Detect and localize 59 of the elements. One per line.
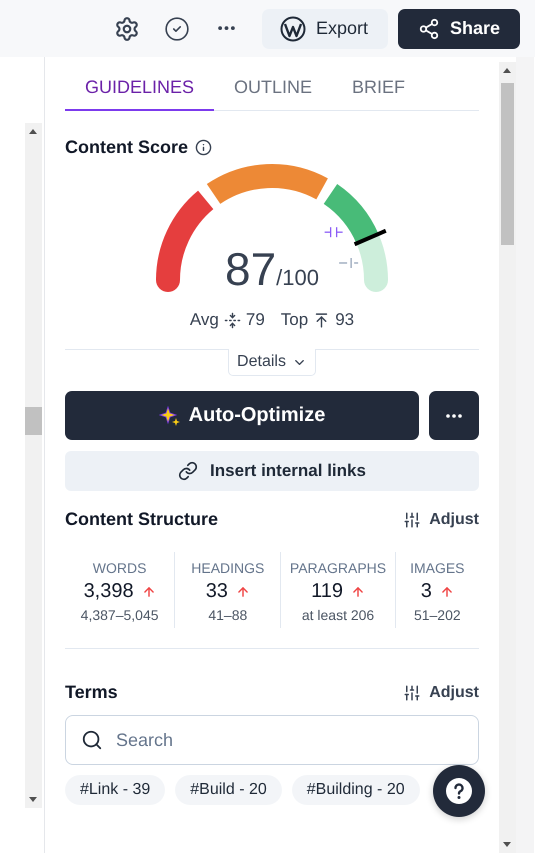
info-icon	[195, 139, 212, 156]
settings-icon	[114, 16, 140, 42]
up-arrow-icon	[236, 584, 250, 598]
up-arrow-icon	[350, 584, 365, 598]
top-label: Top	[280, 310, 308, 330]
top-score: 93	[335, 310, 354, 330]
average-marker-icon	[324, 227, 343, 238]
metric-target: 4,387–5,045	[80, 607, 159, 623]
section-title: Content Score	[65, 137, 188, 158]
tab[interactable]: BRIEF	[332, 69, 426, 111]
up-arrow-icon	[142, 584, 156, 598]
tab[interactable]: OUTLINE	[214, 69, 332, 111]
metric-target: at least 206	[302, 607, 374, 623]
check-circle-icon	[164, 16, 190, 42]
search-icon	[81, 729, 103, 751]
help-icon	[445, 777, 473, 805]
metric-label: PARAGRAPHS	[290, 560, 386, 576]
scrollbar[interactable]	[25, 123, 42, 808]
metric-label: WORDS	[92, 560, 146, 576]
term-tag[interactable]: #Build - 20	[175, 775, 282, 805]
metric-label: HEADINGS	[191, 560, 264, 576]
more-options-button[interactable]	[429, 391, 479, 440]
term-tag[interactable]: #Link - 39	[65, 775, 166, 805]
sliders-icon	[403, 684, 422, 702]
scrollbar[interactable]	[499, 62, 516, 853]
metric-target: 51–202	[414, 607, 461, 623]
link-icon	[178, 461, 198, 481]
metric-target: 41–88	[208, 607, 248, 623]
metric-value: 33	[206, 580, 228, 603]
sparkle-icon	[158, 404, 181, 426]
sliders-icon	[403, 510, 422, 528]
help-button[interactable]	[433, 765, 485, 817]
average-label: Avg	[190, 310, 219, 330]
share-button[interactable]: Share	[398, 8, 520, 48]
metric-value: 119	[311, 580, 343, 603]
adjust-button[interactable]: Adjust	[403, 510, 479, 528]
average-score: 79	[246, 310, 265, 330]
insert-links-button[interactable]: Insert internal links	[65, 451, 479, 491]
section-title: Terms	[65, 682, 118, 703]
gauge-needle	[354, 228, 387, 246]
adjust-button[interactable]: Adjust	[403, 684, 479, 702]
converging-arrows-icon	[224, 312, 241, 328]
metric-value: 3,398	[84, 580, 134, 603]
score-text: 87/100	[225, 242, 319, 296]
more-icon	[446, 414, 462, 418]
auto-optimize-button[interactable]: Auto-Optimize	[65, 391, 419, 440]
section-title: Content Structure	[65, 509, 218, 530]
top-marker-icon	[339, 258, 358, 268]
term-tag[interactable]: #Building - 20	[292, 775, 420, 805]
metric-label: IMAGES	[410, 560, 465, 576]
metric-value: 3	[420, 580, 432, 603]
tab[interactable]: GUIDELINES	[65, 69, 214, 111]
wordpress-logo-icon	[280, 16, 306, 42]
up-arrow-icon	[440, 584, 454, 598]
search-field[interactable]: Search	[65, 715, 479, 765]
share-icon	[418, 18, 440, 40]
export-button[interactable]: Export	[262, 8, 388, 48]
more-icon	[218, 26, 236, 31]
details-button[interactable]: Details	[228, 349, 316, 376]
